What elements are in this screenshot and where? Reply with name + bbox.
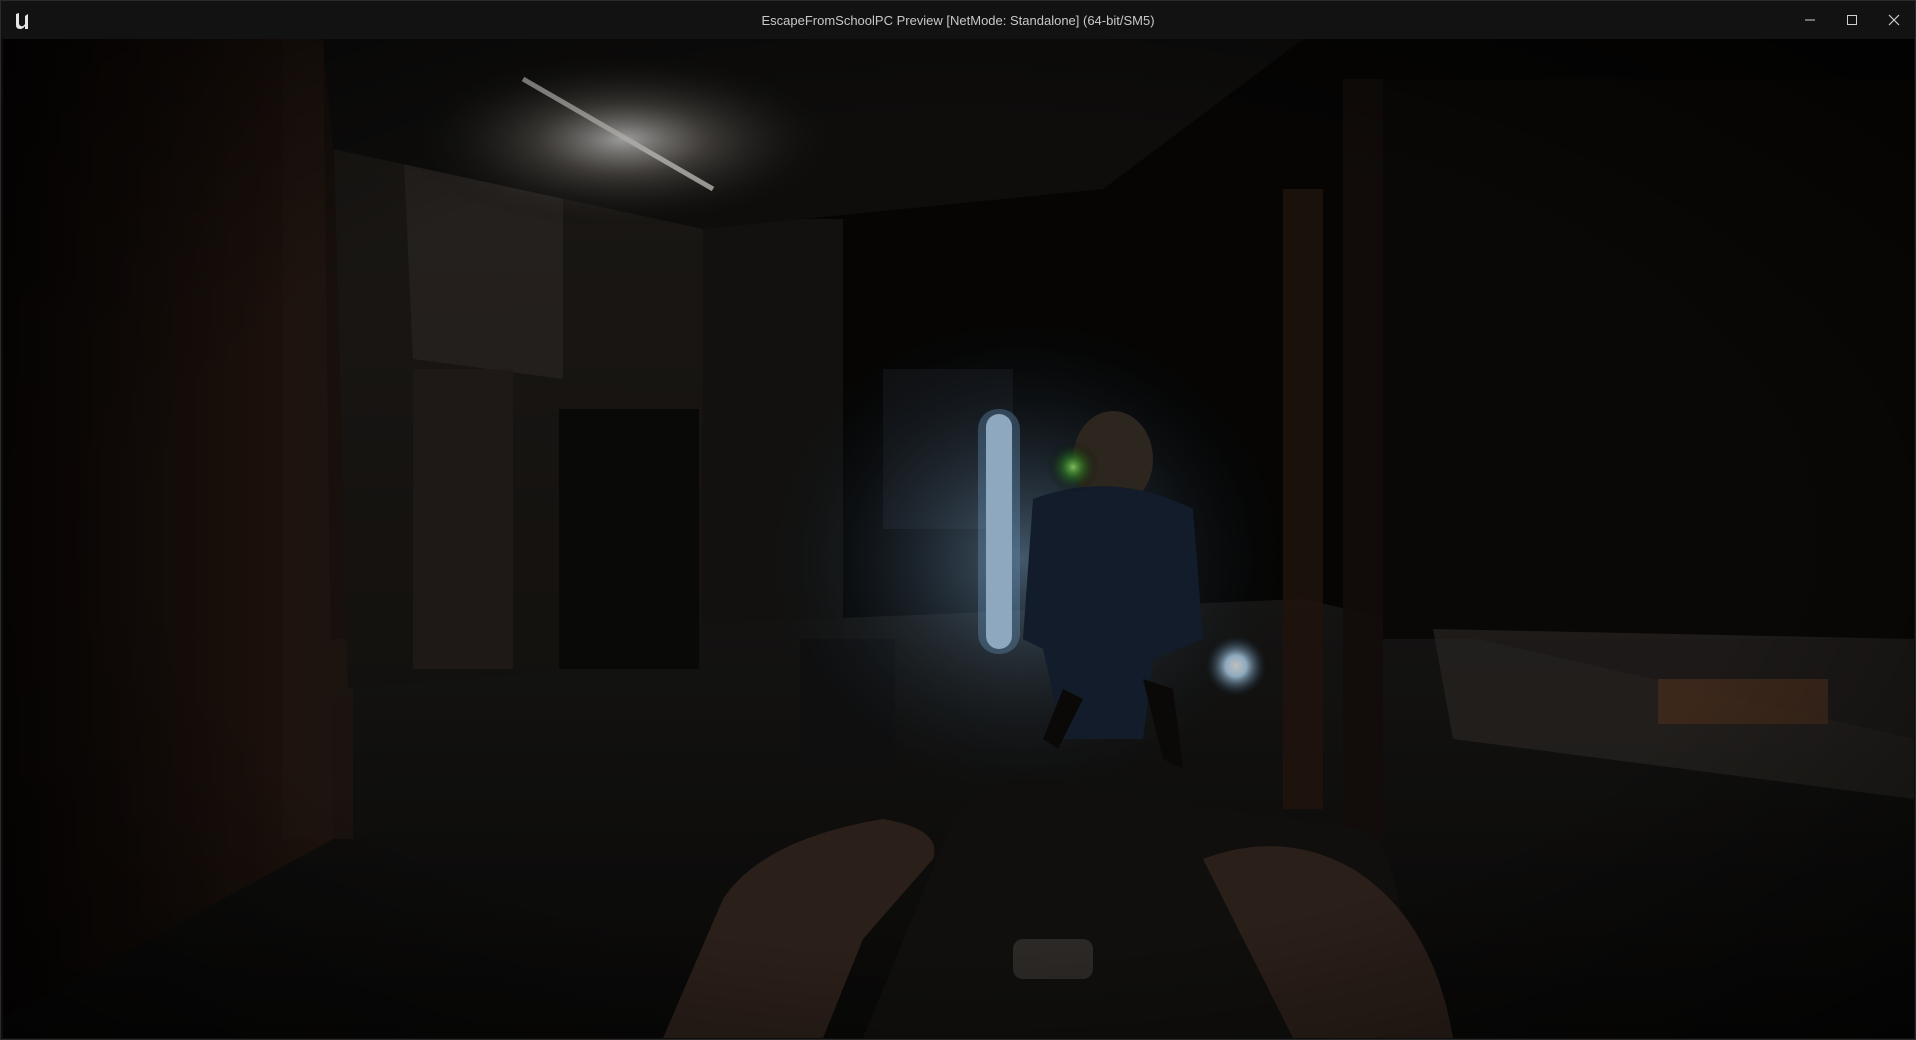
maximize-button[interactable] [1831, 1, 1873, 39]
maximize-icon [1847, 15, 1857, 25]
window-controls [1789, 1, 1915, 39]
unreal-logo-icon [9, 9, 35, 33]
game-viewport[interactable] [3, 39, 1914, 1038]
scene-render [3, 39, 1914, 1038]
minimize-icon [1805, 19, 1815, 21]
game-window: EscapeFromSchoolPC Preview [NetMode: Sta… [0, 0, 1916, 1040]
close-button[interactable] [1873, 1, 1915, 39]
window-title: EscapeFromSchoolPC Preview [NetMode: Sta… [761, 13, 1155, 28]
title-bar[interactable]: EscapeFromSchoolPC Preview [NetMode: Sta… [1, 1, 1915, 39]
close-icon [1888, 14, 1900, 26]
minimize-button[interactable] [1789, 1, 1831, 39]
